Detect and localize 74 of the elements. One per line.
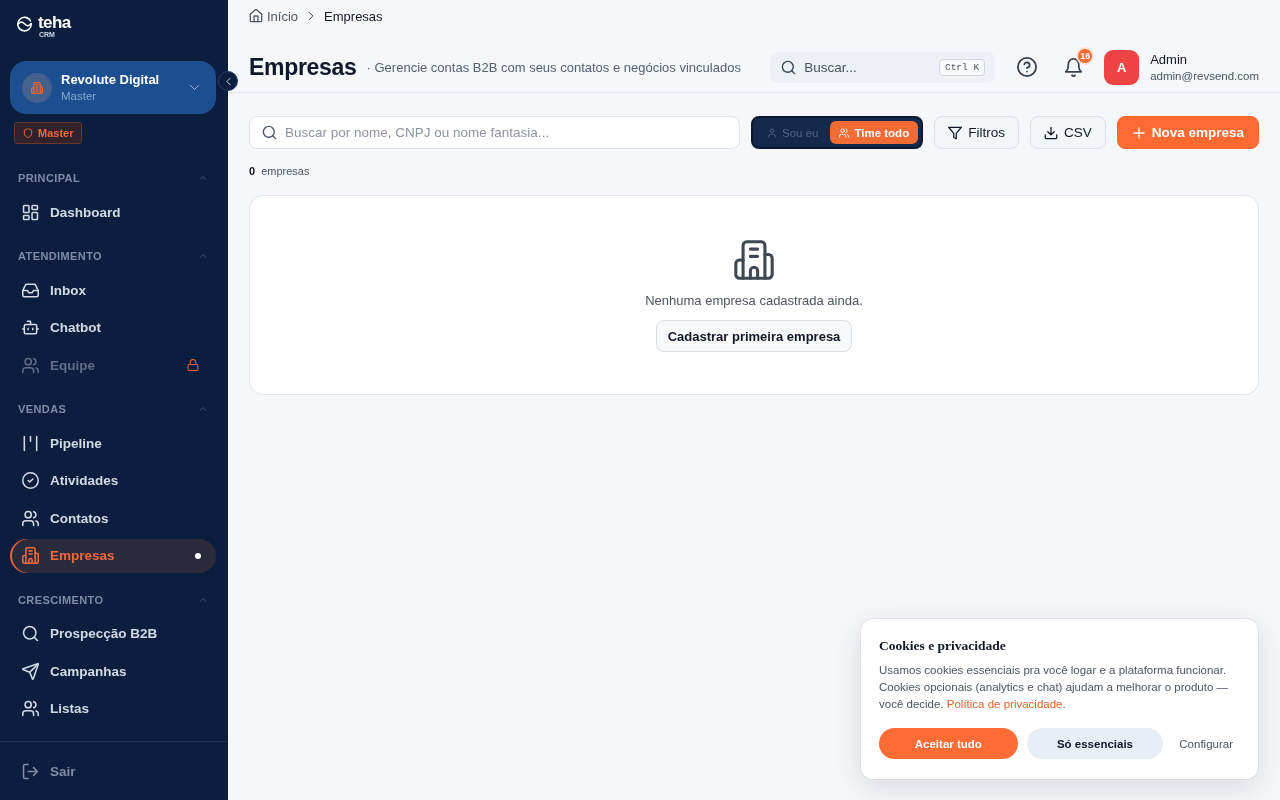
logout-icon xyxy=(22,762,39,780)
person-icon xyxy=(767,127,777,138)
people-icon xyxy=(22,356,39,374)
page-title: Empresas xyxy=(249,53,357,81)
nav-item[interactable]: Pipeline xyxy=(10,426,216,460)
breadcrumb-current: Empresas xyxy=(324,8,383,24)
search-icon xyxy=(781,59,797,75)
plus-icon xyxy=(1131,125,1146,140)
add-first-company-button[interactable]: Cadastrar primeira empresa xyxy=(655,320,853,352)
user-name: Admin xyxy=(1150,51,1188,68)
empty-message: Nenhuma empresa cadastrada ainda. xyxy=(645,293,863,308)
role-label: Master xyxy=(38,127,74,139)
nav-item[interactable]: Atividades xyxy=(10,463,216,498)
download-icon xyxy=(1043,125,1058,140)
nav-item[interactable]: Inbox xyxy=(10,273,216,307)
shield-icon xyxy=(23,128,33,138)
nav-item[interactable]: Prospecção B2B xyxy=(10,616,216,651)
configure-link[interactable]: Configurar xyxy=(1172,728,1240,759)
breadcrumb-link[interactable]: Início xyxy=(249,8,299,24)
filter-button[interactable]: Filtros xyxy=(934,116,1019,149)
check-circle-icon xyxy=(22,472,39,489)
workspace-card[interactable]: Revolute Digital Master xyxy=(10,61,216,114)
search-field[interactable]: Buscar... Ctrl K xyxy=(770,51,996,83)
people-icon xyxy=(839,127,850,138)
user-email: admin@revsend.com xyxy=(1150,68,1259,83)
inbox-tray-icon xyxy=(22,281,39,299)
workspace-role: Master xyxy=(61,89,98,103)
nav-item[interactable]: Empresas xyxy=(10,538,216,573)
paper-plane-icon xyxy=(22,662,39,680)
building-icon xyxy=(22,72,52,103)
workspace-name: Revolute Digital xyxy=(61,72,160,88)
building-icon xyxy=(22,547,39,564)
nav-item[interactable]: Campanhas xyxy=(10,654,216,688)
section-header[interactable]: PRINCIPAL xyxy=(0,168,228,188)
search-icon xyxy=(262,125,277,140)
section-header[interactable]: VENDAS xyxy=(0,399,228,419)
keyboard-shortcut: Ctrl K xyxy=(938,58,986,76)
search-icon xyxy=(22,625,39,642)
notification-count: 16 xyxy=(1076,46,1095,65)
building-icon xyxy=(734,240,774,280)
help-icon xyxy=(1017,57,1038,77)
collapse-sidebar-button[interactable] xyxy=(218,71,238,91)
nav-item[interactable]: Chatbot xyxy=(10,310,216,345)
logout-button[interactable]: Sair xyxy=(10,754,216,788)
chevron-left-icon xyxy=(223,76,233,86)
nav-item[interactable]: Dashboard xyxy=(10,195,216,229)
grid-icon xyxy=(22,203,39,221)
export-button[interactable]: CSV xyxy=(1029,116,1106,149)
cookie-text: Usamos cookies essenciais pra você logar e a plataforma funcionar. Cookies opcionais (analytics e chat) ajudam a melhorar o produto — você decide. Política de privacidade. xyxy=(879,663,1229,712)
section-header[interactable]: CRESCIMENTO xyxy=(0,589,228,610)
people-icon xyxy=(22,700,39,717)
active-dot-icon xyxy=(195,552,201,559)
people-icon xyxy=(22,509,39,527)
columns-icon xyxy=(22,434,39,452)
nav-item[interactable]: Listas xyxy=(10,691,216,726)
essentials-only-button[interactable]: Só essenciais xyxy=(1026,728,1164,759)
user-avatar[interactable]: A xyxy=(1104,49,1140,85)
bell-icon xyxy=(1064,57,1084,77)
page-subtitle: · Gerencie contas B2B com seus contatos e negócios vinculados xyxy=(366,59,741,75)
logo-text: teha xyxy=(38,15,71,31)
home-icon xyxy=(249,9,263,23)
section-header[interactable]: ATENDIMENTO xyxy=(0,246,228,266)
search-input[interactable]: Buscar por nome, CNPJ ou nome fantasia... xyxy=(285,125,727,140)
filter-icon xyxy=(948,125,963,140)
help-button[interactable] xyxy=(1017,57,1038,77)
result-count: 0 xyxy=(249,165,256,177)
logo-icon xyxy=(16,15,33,32)
chevron-down-icon xyxy=(189,82,200,93)
search-field[interactable]: Buscar por nome, CNPJ ou nome fantasia... xyxy=(249,116,740,149)
nav-item[interactable]: Contatos xyxy=(10,501,216,535)
cookie-title: Cookies e privacidade xyxy=(879,637,1007,654)
search-input[interactable]: Buscar... xyxy=(804,59,931,75)
robot-icon xyxy=(22,319,39,336)
result-label: empresas xyxy=(261,165,310,177)
